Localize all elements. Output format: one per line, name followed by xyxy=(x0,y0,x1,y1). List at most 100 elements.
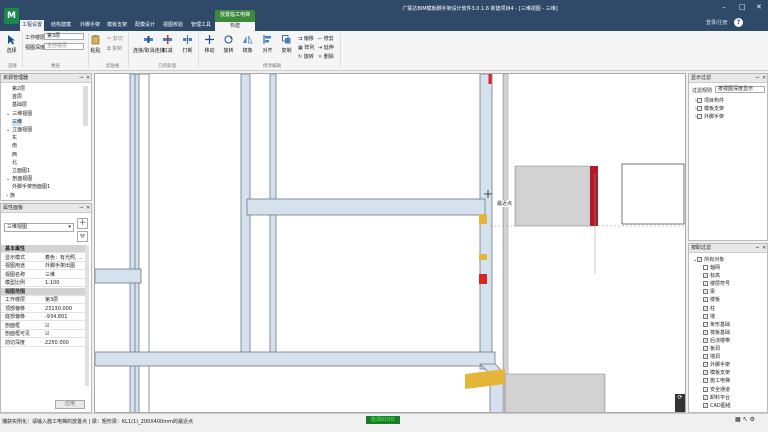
split-button[interactable]: 打断 xyxy=(182,34,193,54)
tree-node[interactable]: ⌄ 立面视图 xyxy=(6,127,32,134)
category-filter-item[interactable]: ✓ 筏板基础 xyxy=(703,329,730,337)
close-panel-icon[interactable]: ✕ xyxy=(762,74,766,83)
add-type-icon[interactable]: + xyxy=(77,218,88,229)
copy-button[interactable]: ⧉ 复制 xyxy=(107,45,122,52)
expand-icon[interactable]: › xyxy=(6,193,8,199)
tree-node[interactable]: 三维 xyxy=(12,118,23,126)
tree-node[interactable]: ⌄ 三维视图 xyxy=(6,111,32,118)
move-button[interactable]: 移动 xyxy=(204,34,215,54)
rotate-button[interactable]: 旋转 xyxy=(223,34,234,54)
category-filter-item[interactable]: ✓ CAD图纸 xyxy=(703,402,731,410)
view-cube-icon[interactable]: ⟳ xyxy=(675,394,685,412)
select-button[interactable]: 选择 xyxy=(6,34,17,54)
property-value[interactable]: 1:100 xyxy=(45,279,59,287)
apply-button[interactable]: 应用 xyxy=(55,400,85,409)
tree-node[interactable]: 西 xyxy=(12,152,17,159)
property-section-header[interactable]: 基本属性 xyxy=(1,245,87,253)
mirror-button[interactable]: 镜像 xyxy=(242,34,253,54)
maximize-button[interactable]: □ xyxy=(739,3,746,11)
property-row[interactable]: 剖面框 ☑ xyxy=(1,322,87,330)
floor-select[interactable]: 第3层 xyxy=(44,33,84,40)
tree-node[interactable]: › 族 xyxy=(6,193,15,200)
rotate-small-button[interactable]: ↻ 旋转 xyxy=(298,53,314,60)
tab-formwork-design[interactable]: 配模设计 xyxy=(133,20,157,31)
tree-node[interactable]: 北 xyxy=(12,160,17,167)
depth-select[interactable]: 全部楼层 xyxy=(44,43,84,50)
tree-node[interactable]: 东 xyxy=(12,135,17,142)
category-filter-item[interactable]: ✓ 标高 xyxy=(703,273,720,280)
property-row[interactable]: 前切深度 2250.000 xyxy=(1,339,87,347)
property-row[interactable]: 显示模式 着色：有光照, ... xyxy=(1,254,87,262)
minimize-button[interactable]: – xyxy=(722,3,726,11)
category-filter-item[interactable]: ✓ 板洞 xyxy=(703,346,720,353)
tree-node[interactable]: 基础层 xyxy=(12,102,27,109)
expand-icon[interactable]: ⌄ xyxy=(6,111,10,117)
paste-button[interactable]: 粘贴 xyxy=(90,34,101,54)
close-panel-icon[interactable]: ✕ xyxy=(86,204,90,213)
pin-icon[interactable]: ⊸ xyxy=(79,204,83,213)
category-filter-item[interactable]: ✓ 墙洞 xyxy=(703,354,720,361)
trim-button[interactable]: 扣减 xyxy=(162,34,173,54)
category-filter-item[interactable]: ✓ 后浇楼带 xyxy=(703,337,730,345)
property-row[interactable]: 顶部偏移 23130.000 xyxy=(1,305,87,313)
category-filter-item[interactable]: ✓ 条形基础 xyxy=(703,321,730,329)
property-value[interactable]: 着色：有光照, ... xyxy=(45,254,83,262)
settings-icon[interactable]: ⚙ xyxy=(750,416,755,423)
category-filter-item[interactable]: ✓ 卸料平台 xyxy=(703,394,730,402)
grid-icon[interactable]: ▦ xyxy=(735,416,741,423)
offset-button[interactable]: ⇉ 偏移 xyxy=(298,35,314,42)
close-panel-icon[interactable]: ✕ xyxy=(762,244,766,253)
tab-formwork-support[interactable]: 模板支架 xyxy=(105,20,129,31)
property-value[interactable]: ☑ xyxy=(45,322,49,330)
category-filter-item[interactable]: 轴网 xyxy=(703,265,720,272)
property-value[interactable]: 外脚手架出图 xyxy=(45,262,75,270)
property-value[interactable]: -934.801 xyxy=(45,313,67,321)
tree-node[interactable]: 第2层 xyxy=(12,86,25,93)
type-selector[interactable]: 三维视图 ▾ xyxy=(4,223,74,232)
pin-icon[interactable]: ⊸ xyxy=(755,74,759,83)
property-value[interactable]: 23130.000 xyxy=(45,305,72,313)
extend-button[interactable]: ⇥ 延伸 xyxy=(318,44,334,51)
app-logo[interactable]: M xyxy=(4,8,19,24)
property-section-header[interactable]: 视图范围 xyxy=(1,287,87,296)
drawing-canvas[interactable]: 最近点 ⟳ xyxy=(94,73,686,413)
delete-button[interactable]: ✕ 删除 xyxy=(318,53,334,60)
category-filter-item[interactable]: ✓ 安全通道 xyxy=(703,386,730,394)
tree-scrollbar[interactable] xyxy=(83,86,88,126)
category-filter-item[interactable]: ✓ 梁 xyxy=(703,289,715,296)
tab-build[interactable]: 构建 xyxy=(215,22,255,31)
category-filter-item[interactable]: ✓ 楼板 xyxy=(703,297,720,304)
filter-rule-select[interactable]: 按视图深度显示 xyxy=(715,86,765,93)
property-row[interactable]: 视图用途 外脚手架出图 xyxy=(1,262,87,270)
property-value[interactable]: 2250.000 xyxy=(45,339,69,347)
expand-icon[interactable]: ⌄ xyxy=(6,176,10,182)
trim-small-button[interactable]: ⌐ 修剪 xyxy=(318,35,334,42)
category-filter-item[interactable]: ✓ 模板支架 xyxy=(703,370,730,377)
pin-icon[interactable]: ⊸ xyxy=(79,74,83,83)
category-filter-item[interactable]: ✓ 柱 xyxy=(703,305,715,313)
tab-structure-modeling[interactable]: 结构建模 xyxy=(49,20,73,31)
align-button[interactable]: 对齐 xyxy=(262,34,273,54)
duplicate-button[interactable]: 复制 xyxy=(281,34,292,54)
category-filter-item[interactable]: ✓ 施工电梯 xyxy=(703,378,730,385)
tab-view-check[interactable]: 视图校验 xyxy=(161,20,185,31)
display-filter-item[interactable]: ›✓ 模板支架 xyxy=(695,106,724,113)
cut-button[interactable]: ✂ 剪切 xyxy=(107,35,123,42)
close-panel-icon[interactable]: ✕ xyxy=(86,74,90,83)
category-root[interactable]: ⌄✓ 所有对象 xyxy=(693,257,724,264)
pin-icon[interactable]: ⊸ xyxy=(755,244,759,253)
category-filter-item[interactable]: ✓ 楼层符号 xyxy=(703,281,730,288)
expand-icon[interactable]: ⌄ xyxy=(6,127,10,133)
cursor-icon[interactable]: ↖ xyxy=(743,416,748,423)
property-row[interactable]: 视图名称 三维 xyxy=(1,271,87,279)
tree-node[interactable]: 首层 xyxy=(12,94,22,101)
property-row[interactable]: 工作楼层 第3层 xyxy=(1,296,87,304)
property-row[interactable]: 模型比例 1:100 xyxy=(1,279,87,287)
property-value[interactable]: 第3层 xyxy=(45,296,58,304)
close-button[interactable]: ✕ xyxy=(756,3,762,11)
wrench-icon[interactable]: ⚒ xyxy=(77,231,88,242)
tab-scaffold[interactable]: 外脚手架 xyxy=(78,20,102,31)
tree-node[interactable]: 南 xyxy=(12,143,17,150)
tree-node[interactable]: 外脚手架剖面图1 xyxy=(12,184,50,191)
property-row[interactable]: 剖面框可见 ☑ xyxy=(1,330,87,338)
